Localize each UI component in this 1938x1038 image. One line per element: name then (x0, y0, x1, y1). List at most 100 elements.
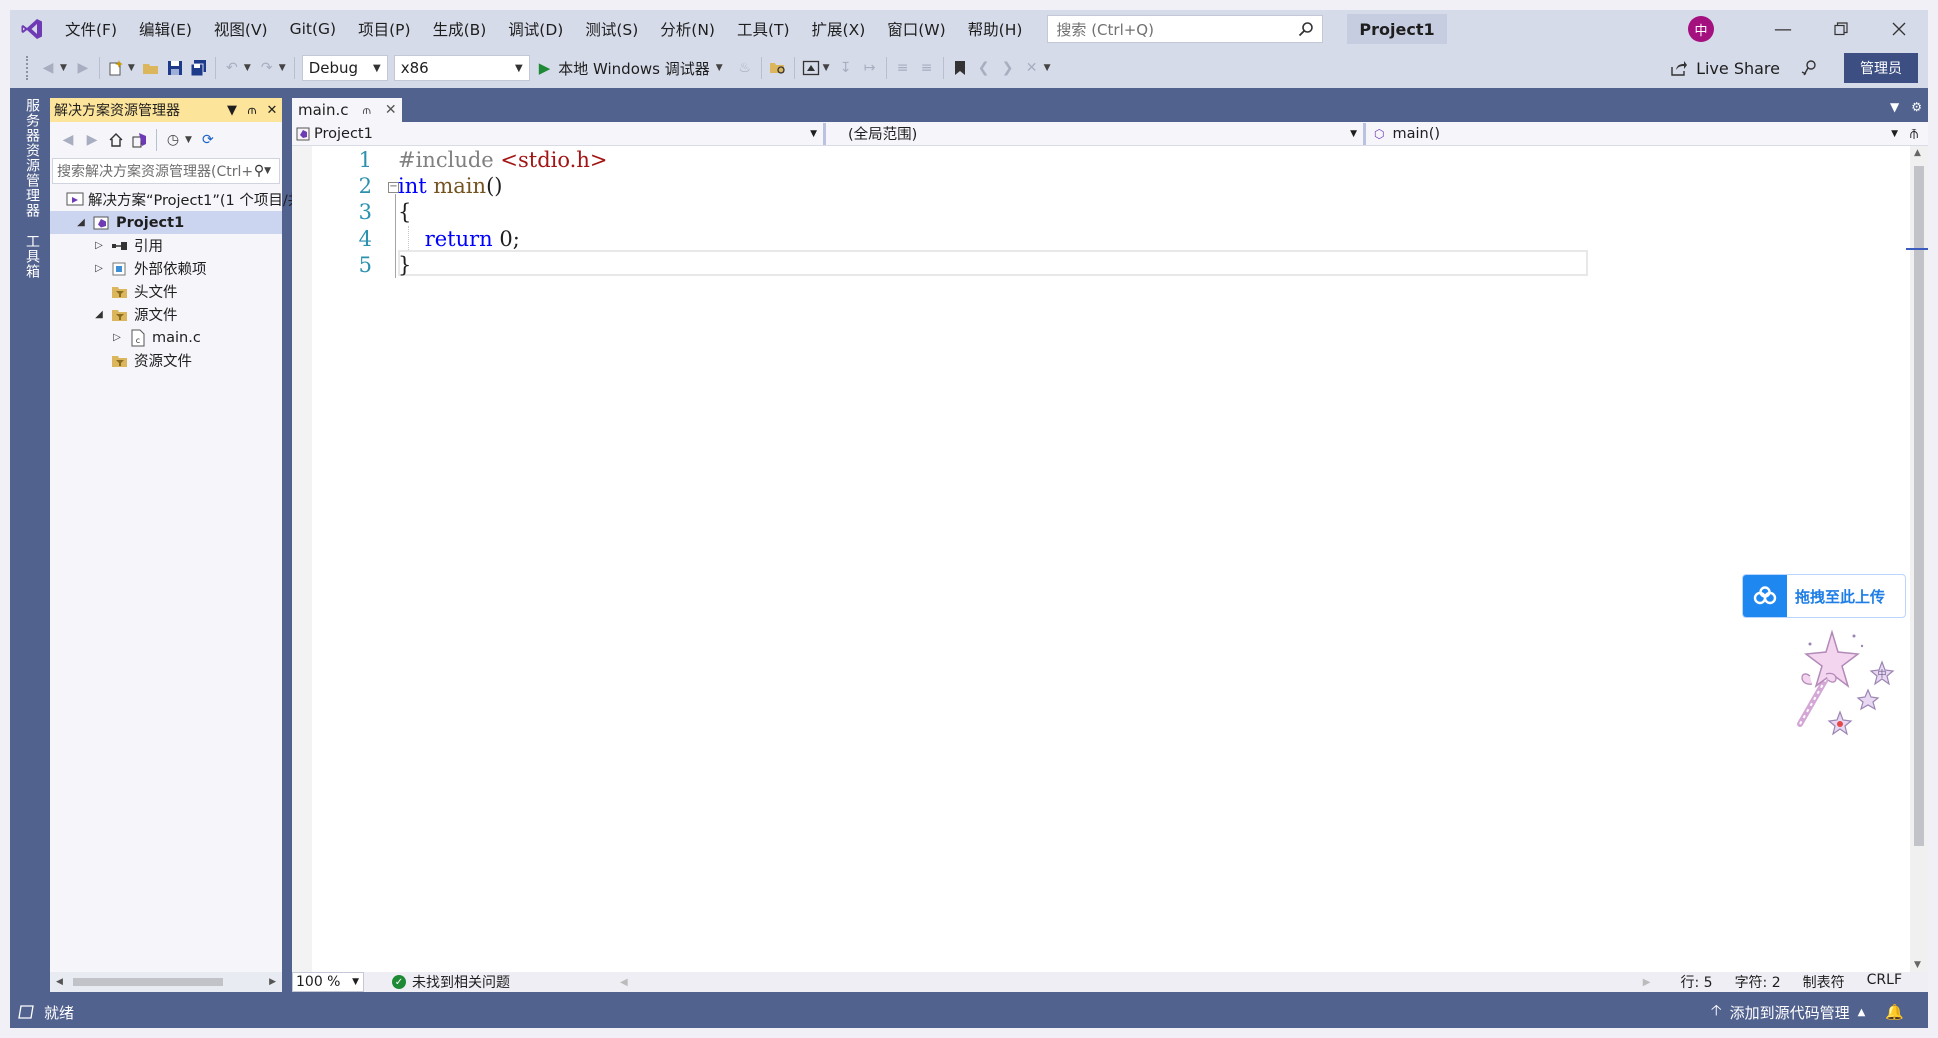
toolbar-options-icon[interactable]: ▼ (1044, 63, 1051, 73)
forward-icon[interactable]: ▶ (80, 128, 104, 152)
back-dropdown-icon[interactable]: ▼ (60, 63, 67, 73)
close-icon[interactable]: ✕ (262, 103, 282, 118)
browser-link-icon[interactable] (799, 56, 823, 80)
open-folder-icon[interactable] (139, 56, 163, 80)
tree-item[interactable]: ▷ c main.c (50, 326, 282, 349)
pin-icon[interactable]: ⫙ (242, 103, 262, 118)
tree-item[interactable]: ◢ Project1 (50, 211, 282, 234)
menu-build[interactable]: 生成(B) (422, 18, 498, 40)
uncomment-lines-icon[interactable]: ≡ (915, 56, 939, 80)
hscroll-left-icon[interactable]: ◀ (620, 977, 628, 988)
new-project-dropdown-icon[interactable]: ▼ (128, 63, 135, 73)
menu-project[interactable]: 项目(P) (347, 18, 421, 40)
drag-upload-widget[interactable]: 拖拽至此上传 (1742, 574, 1906, 618)
collapse-arrow-icon[interactable]: ◢ (74, 217, 88, 228)
split-window-icon[interactable]: ⫚ (1904, 126, 1924, 142)
pending-changes-filter-icon[interactable]: ◷ (161, 128, 185, 152)
notifications-bell-icon[interactable]: 🔔 (1885, 1003, 1904, 1021)
tree-item[interactable]: ▷ 外部依赖项 (50, 257, 282, 280)
minimize-button[interactable]: — (1754, 10, 1812, 48)
step-over-icon[interactable]: ↦ (858, 56, 882, 80)
bookmark-icon[interactable] (948, 56, 972, 80)
undo-dropdown-icon[interactable]: ▼ (244, 63, 251, 73)
solution-platform-select[interactable]: x86 ▼ (393, 55, 530, 81)
back-nav-icon[interactable]: ◀ (36, 56, 60, 80)
scroll-right-icon[interactable]: ▶ (269, 977, 276, 987)
toolbar-grip[interactable] (26, 56, 30, 80)
save-icon[interactable] (163, 56, 187, 80)
restore-button[interactable] (1812, 10, 1870, 48)
undo-icon[interactable]: ↶ (220, 56, 244, 80)
code-text-area[interactable]: 1 2 3 4 5 − #include <stdio.h> int main(… (292, 146, 1928, 972)
menu-help[interactable]: 帮助(H) (957, 18, 1034, 40)
redo-dropdown-icon[interactable]: ▼ (279, 63, 286, 73)
vertical-scrollbar[interactable]: ▲ ▼ (1906, 146, 1928, 972)
switch-views-icon[interactable] (128, 128, 152, 152)
start-debugging-button[interactable]: ▶ 本地 Windows 调试器 ▼ (533, 55, 733, 81)
close-tab-icon[interactable]: ✕ (385, 102, 397, 118)
back-icon[interactable]: ◀ (56, 128, 80, 152)
scroll-up-icon[interactable]: ▲ (1914, 148, 1921, 158)
step-into-icon[interactable]: ↧ (834, 56, 858, 80)
toolbar-overflow-icon[interactable]: ▼ (823, 63, 830, 73)
forward-nav-icon[interactable]: ▶ (71, 56, 95, 80)
scroll-left-icon[interactable]: ◀ (56, 977, 63, 987)
home-icon[interactable] (104, 128, 128, 152)
search-options-icon[interactable]: ▼ (264, 166, 271, 176)
previous-bookmark-icon[interactable]: ❮ (972, 56, 996, 80)
line-position[interactable]: 行: 5 (1680, 972, 1712, 992)
menu-tools[interactable]: 工具(T) (726, 18, 801, 40)
feedback-button[interactable] (1790, 59, 1830, 77)
char-position[interactable]: 字符: 2 (1735, 972, 1781, 992)
tree-item[interactable]: 资源文件 (50, 349, 282, 372)
server-explorer-tab[interactable]: 服务器资源管理器 (18, 98, 42, 218)
menu-test[interactable]: 测试(S) (574, 18, 649, 40)
search-input[interactable]: 搜索 (Ctrl+Q) (1047, 15, 1324, 43)
expand-arrow-icon[interactable]: ▷ (110, 332, 124, 343)
next-bookmark-icon[interactable]: ❯ (996, 56, 1020, 80)
save-all-icon[interactable] (187, 56, 211, 80)
menu-analyze[interactable]: 分析(N) (649, 18, 726, 40)
window-options-icon[interactable]: ▼ (222, 103, 242, 118)
line-ending[interactable]: CRLF (1867, 972, 1902, 992)
redo-icon[interactable]: ↷ (255, 56, 279, 80)
project-nav-select[interactable]: Project1 ▼ (292, 122, 826, 145)
scrollbar-thumb[interactable] (72, 978, 223, 986)
menu-extensions[interactable]: 扩展(X) (801, 18, 877, 40)
hot-reload-icon[interactable]: ♨ (733, 56, 757, 80)
member-nav-select[interactable]: ⬡ main() ▼ (1366, 123, 1904, 145)
scrollbar-thumb[interactable] (1914, 166, 1924, 846)
live-share-button[interactable]: Live Share (1660, 52, 1790, 84)
toolbox-tab[interactable]: 工具箱 (18, 234, 42, 279)
menu-file[interactable]: 文件(F) (54, 18, 128, 40)
avatar[interactable]: 中 (1688, 16, 1714, 42)
menu-debug[interactable]: 调试(D) (497, 18, 574, 40)
comment-lines-icon[interactable]: ≡ (891, 56, 915, 80)
menu-git[interactable]: Git(G) (279, 20, 348, 38)
magic-wand-mascot[interactable]: 中 (1770, 624, 1910, 746)
expand-arrow-icon[interactable]: ▷ (92, 240, 106, 251)
close-window-button[interactable] (1870, 10, 1928, 48)
administrator-badge[interactable]: 管理员 (1844, 53, 1918, 83)
find-in-files-icon[interactable] (766, 56, 790, 80)
solution-configuration-select[interactable]: Debug ▼ (301, 55, 388, 81)
scroll-down-icon[interactable]: ▼ (1914, 960, 1921, 970)
visual-studio-logo-icon[interactable] (10, 10, 54, 48)
tab-list-dropdown-icon[interactable]: ▼ (1890, 100, 1899, 114)
tree-item[interactable]: ◢ 源文件 (50, 303, 282, 326)
add-to-source-control-button[interactable]: 🡡 添加到源代码管理 ▲ (1711, 1000, 1866, 1025)
clear-bookmarks-icon[interactable]: ✕ (1020, 56, 1044, 80)
tree-item[interactable]: 解决方案“Project1”(1 个项目/共 1 个) (50, 188, 341, 211)
settings-gear-icon[interactable]: ⚙ (1911, 100, 1922, 114)
solution-search-input[interactable]: 搜索解决方案资源管理器(Ctrl+;) ⚲ ▼ (52, 158, 280, 184)
tree-item[interactable]: ▷ 引用 (50, 234, 282, 257)
glyph-margin[interactable] (292, 146, 312, 972)
zoom-select[interactable]: 100 % ▼ (292, 972, 364, 992)
hscroll-right-icon[interactable]: ▶ (1643, 977, 1651, 988)
new-project-icon[interactable] (104, 56, 128, 80)
indent-mode[interactable]: 制表符 (1803, 972, 1845, 992)
tree-item[interactable]: 头文件 (50, 280, 282, 303)
expand-arrow-icon[interactable]: ▷ (92, 263, 106, 274)
menu-window[interactable]: 窗口(W) (876, 18, 956, 40)
collapse-arrow-icon[interactable]: ◢ (92, 309, 106, 320)
